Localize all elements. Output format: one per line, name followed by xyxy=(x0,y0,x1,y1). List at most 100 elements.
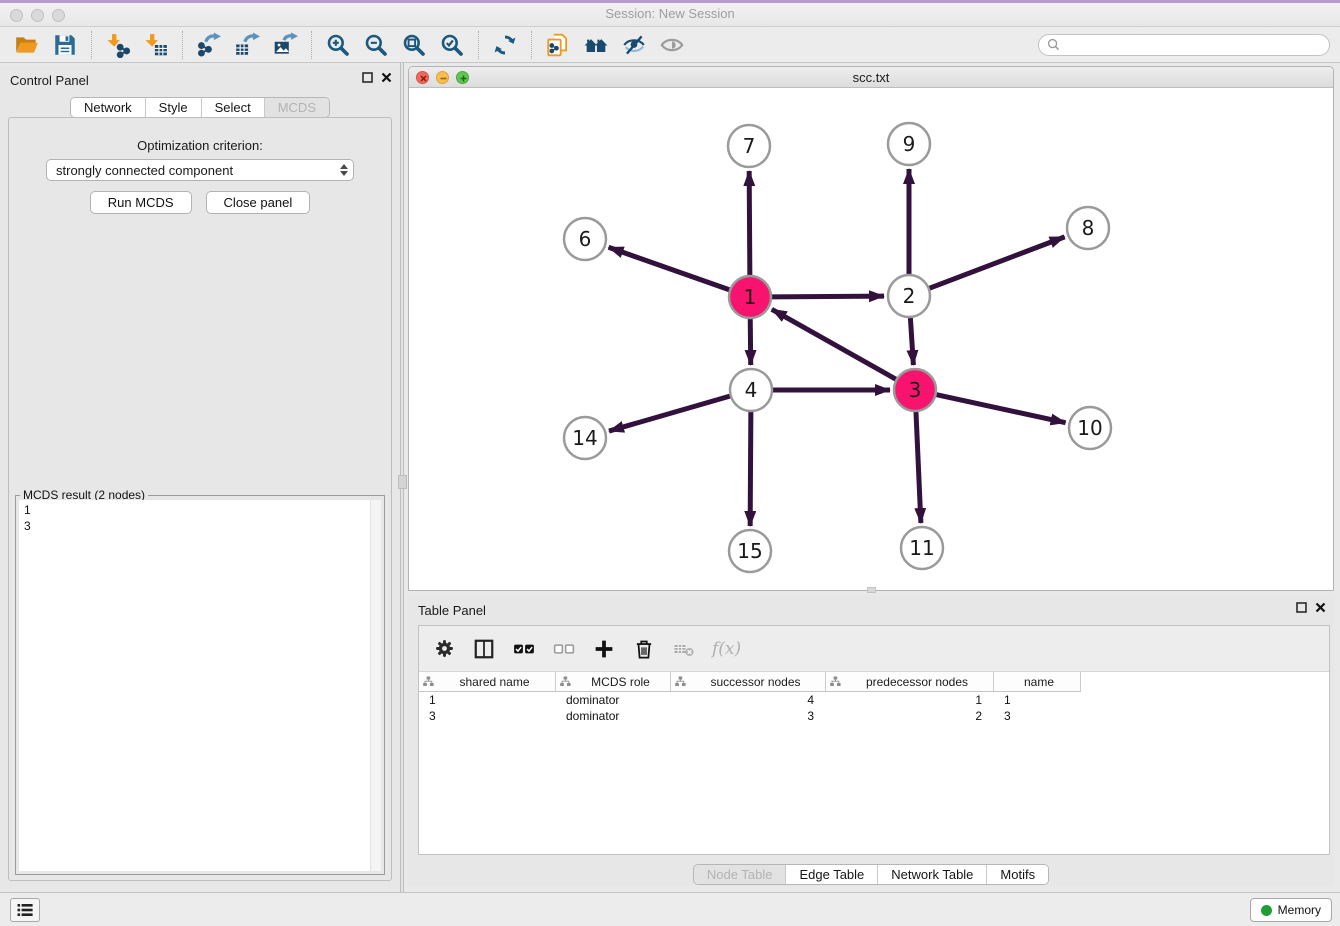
list-icon xyxy=(17,903,33,917)
table-header-row: shared nameMCDS rolesuccessor nodesprede… xyxy=(419,672,1081,692)
tab-style[interactable]: Style xyxy=(146,98,202,117)
column-visibility-icon[interactable] xyxy=(472,637,496,661)
close-panel-button[interactable]: Close panel xyxy=(206,191,311,214)
export-table-icon[interactable] xyxy=(230,30,264,60)
panel-divider[interactable] xyxy=(400,63,404,892)
zoom-in-icon[interactable] xyxy=(321,30,355,60)
network-window-titlebar[interactable]: scc.txt xyxy=(409,67,1333,88)
column-header-mcds-role[interactable]: MCDS role xyxy=(556,672,671,691)
float-table-panel-icon[interactable] xyxy=(1296,602,1307,613)
zoom-out-icon[interactable] xyxy=(359,30,393,60)
memory-button[interactable]: Memory xyxy=(1250,898,1332,922)
table-options-icon[interactable] xyxy=(432,637,456,661)
divider-grip[interactable] xyxy=(398,475,407,489)
open-session-icon[interactable] xyxy=(10,30,44,60)
column-type-icon xyxy=(830,676,841,687)
delete-rows-icon[interactable] xyxy=(632,637,656,661)
window-top-accent xyxy=(0,0,1340,3)
optimization-criterion-value: strongly connected component xyxy=(56,163,233,178)
table-rows: 1dominator4113dominator323 xyxy=(419,692,1329,724)
deselect-all-rows-icon[interactable] xyxy=(552,637,576,661)
tab-network[interactable]: Network xyxy=(71,98,146,117)
tab-motifs[interactable]: Motifs xyxy=(987,865,1048,884)
graph-edge-1-6[interactable] xyxy=(609,247,730,289)
column-header-predecessor-nodes[interactable]: predecessor nodes xyxy=(826,672,994,691)
column-header-successor-nodes[interactable]: successor nodes xyxy=(671,672,826,691)
optimization-criterion-select[interactable]: strongly connected component xyxy=(46,159,354,181)
toolbar-separator xyxy=(182,31,183,59)
graph-edge-4-15[interactable] xyxy=(750,412,751,526)
cell-mcds-role[interactable]: dominator xyxy=(556,693,671,707)
tab-select[interactable]: Select xyxy=(202,98,265,117)
save-session-icon[interactable] xyxy=(48,30,82,60)
graph-node-label-15: 15 xyxy=(737,539,762,563)
tab-mcds[interactable]: MCDS xyxy=(265,98,329,117)
graph-edge-2-8[interactable] xyxy=(930,237,1065,288)
export-image-icon[interactable] xyxy=(268,30,302,60)
table-row[interactable]: 3dominator323 xyxy=(419,708,1329,724)
cell-predecessor-nodes[interactable]: 2 xyxy=(826,709,994,723)
hide-graphics-details-icon[interactable] xyxy=(617,30,651,60)
tab-edge-table[interactable]: Edge Table xyxy=(786,865,878,884)
cell-shared-name[interactable]: 1 xyxy=(419,693,556,707)
column-header-shared-name[interactable]: shared name xyxy=(419,672,556,691)
search-field[interactable] xyxy=(1038,34,1330,56)
mcds-tab-content: Optimization criterion: strongly connect… xyxy=(8,117,392,881)
cell-successor-nodes[interactable]: 4 xyxy=(671,693,826,707)
cell-predecessor-nodes[interactable]: 1 xyxy=(826,693,994,707)
run-mcds-button[interactable]: Run MCDS xyxy=(90,191,192,214)
zoom-fit-icon[interactable] xyxy=(397,30,431,60)
graph-edge-4-14[interactable] xyxy=(609,396,730,431)
graph-edge-3-1[interactable] xyxy=(772,309,896,379)
table-row[interactable]: 1dominator411 xyxy=(419,692,1329,708)
table-panel: Table Panel xyxy=(408,596,1334,886)
mcds-result-group: MCDS result (2 nodes) 13 xyxy=(15,495,385,875)
graph-node-label-6: 6 xyxy=(579,227,592,251)
zoom-selected-icon[interactable] xyxy=(435,30,469,60)
add-row-icon[interactable] xyxy=(592,637,616,661)
graph-edge-3-10[interactable] xyxy=(936,395,1065,423)
show-graphics-details-icon xyxy=(655,30,689,60)
result-scrollbar[interactable] xyxy=(370,500,381,871)
tab-network-table[interactable]: Network Table xyxy=(878,865,987,884)
toolbar-separator xyxy=(531,31,532,59)
close-table-panel-icon[interactable] xyxy=(1315,602,1326,613)
close-panel-icon[interactable] xyxy=(381,72,392,83)
import-network-icon[interactable] xyxy=(101,30,135,60)
graph-node-label-8: 8 xyxy=(1082,216,1095,240)
cell-name[interactable]: 3 xyxy=(994,709,1081,723)
cell-shared-name[interactable]: 3 xyxy=(419,709,556,723)
cell-name[interactable]: 1 xyxy=(994,693,1081,707)
clone-network-icon[interactable] xyxy=(541,30,575,60)
select-all-rows-icon[interactable] xyxy=(512,637,536,661)
function-builder-icon: f(x) xyxy=(712,639,741,659)
cell-mcds-role[interactable]: dominator xyxy=(556,709,671,723)
tab-node-table[interactable]: Node Table xyxy=(694,865,787,884)
status-bar: Memory xyxy=(0,892,1340,926)
mcds-result-area[interactable]: 13 xyxy=(19,500,381,871)
network-graph[interactable]: 1234678910111415 xyxy=(409,88,1333,590)
graph-edge-3-11[interactable] xyxy=(916,412,921,523)
float-panel-icon[interactable] xyxy=(362,72,373,83)
toolbar-separator xyxy=(478,31,479,59)
graph-edge-1-2[interactable] xyxy=(772,296,884,297)
graph-node-label-10: 10 xyxy=(1077,416,1102,440)
graph-node-label-2: 2 xyxy=(903,284,916,308)
graph-node-label-1: 1 xyxy=(744,285,757,309)
result-line: 3 xyxy=(24,518,365,534)
apply-layout-icon[interactable] xyxy=(488,30,522,60)
graph-edge-2-3[interactable] xyxy=(910,318,913,365)
show-all-networks-icon[interactable] xyxy=(579,30,613,60)
task-history-button[interactable] xyxy=(10,898,40,922)
network-resize-grip[interactable] xyxy=(867,587,876,593)
column-header-name[interactable]: name xyxy=(994,672,1081,691)
search-input[interactable] xyxy=(1065,38,1321,52)
import-table-icon[interactable] xyxy=(139,30,173,60)
graph-edge-1-7[interactable] xyxy=(749,171,750,275)
export-network-icon[interactable] xyxy=(192,30,226,60)
memory-status-icon xyxy=(1261,905,1272,916)
delete-table-icon xyxy=(672,637,696,661)
cell-successor-nodes[interactable]: 3 xyxy=(671,709,826,723)
memory-label: Memory xyxy=(1278,903,1321,917)
network-canvas[interactable]: 1234678910111415 xyxy=(409,88,1333,590)
